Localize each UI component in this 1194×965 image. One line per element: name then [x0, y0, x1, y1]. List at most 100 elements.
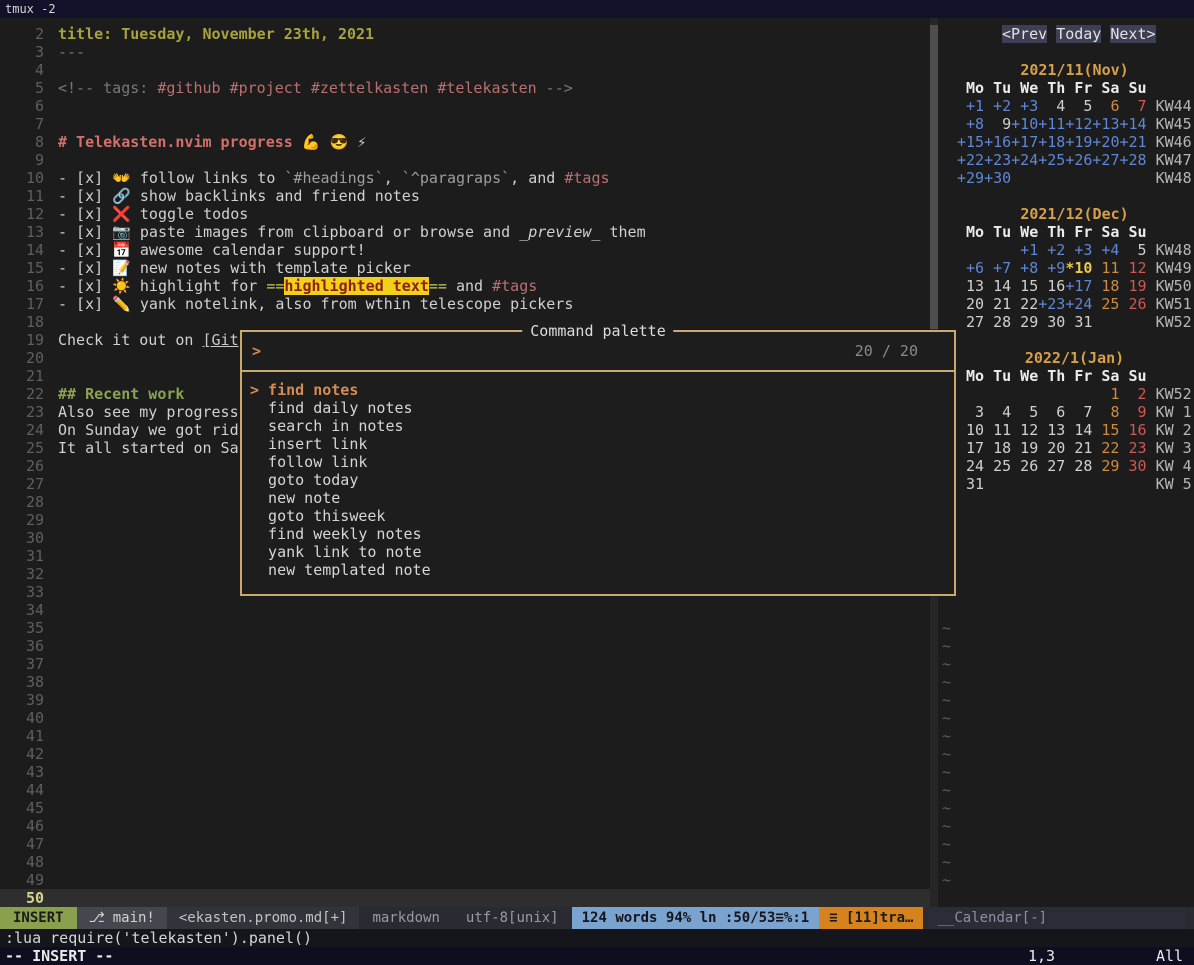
calendar-day[interactable]: +20: [1092, 133, 1119, 151]
editor-line[interactable]: 12- [x] ❌ toggle todos: [0, 205, 930, 223]
calendar-day[interactable]: +14: [1119, 115, 1146, 133]
editor-line[interactable]: 17- [x] ✏️ yank notelink, also from wthi…: [0, 295, 930, 313]
palette-item[interactable]: find weekly notes: [242, 525, 954, 543]
editor-line[interactable]: 34: [0, 601, 930, 619]
calendar-day[interactable]: +24: [1011, 151, 1038, 169]
calendar-day[interactable]: 4: [1038, 97, 1065, 115]
calendar-day[interactable]: 21: [984, 295, 1011, 313]
palette-item[interactable]: follow link: [242, 453, 954, 471]
calendar-day[interactable]: 14: [984, 277, 1011, 295]
editor-line[interactable]: 4: [0, 61, 930, 79]
editor-line[interactable]: 8# Telekasten.nvim progress 💪 😎 ⚡: [0, 133, 930, 151]
calendar-day[interactable]: +6: [957, 259, 984, 277]
calendar-day[interactable]: +27: [1092, 151, 1119, 169]
editor-line[interactable]: 43: [0, 763, 930, 781]
palette-item[interactable]: insert link: [242, 435, 954, 453]
calendar-day[interactable]: 1: [1092, 385, 1119, 403]
calendar-day[interactable]: 25: [1092, 295, 1119, 313]
calendar-day[interactable]: 20: [1038, 439, 1065, 457]
palette-item[interactable]: new note: [242, 489, 954, 507]
calendar-day[interactable]: 27: [957, 313, 984, 331]
calendar-day[interactable]: +22: [957, 151, 984, 169]
calendar-day[interactable]: 28: [1065, 457, 1092, 475]
calendar-day[interactable]: +30: [984, 169, 1011, 187]
palette-item[interactable]: goto thisweek: [242, 507, 954, 525]
editor-line[interactable]: 40: [0, 709, 930, 727]
calendar-day[interactable]: +12: [1065, 115, 1092, 133]
calendar-day[interactable]: 22: [1092, 439, 1119, 457]
command-line[interactable]: :lua require('telekasten').panel(): [0, 929, 1194, 947]
calendar-day[interactable]: +15: [957, 133, 984, 151]
calendar-day[interactable]: 20: [957, 295, 984, 313]
calendar-day[interactable]: 31: [957, 475, 984, 493]
editor-line[interactable]: 39: [0, 691, 930, 709]
calendar-day[interactable]: 5: [1011, 403, 1038, 421]
editor-line[interactable]: 49: [0, 871, 930, 889]
calendar-day[interactable]: 9: [984, 115, 1011, 133]
calendar-day[interactable]: +2: [1038, 241, 1065, 259]
calendar-day[interactable]: +23: [984, 151, 1011, 169]
calendar-day[interactable]: 30: [1119, 457, 1146, 475]
calendar-day[interactable]: 15: [1011, 277, 1038, 295]
calendar-pane[interactable]: <Prev Today Next> 2021/11(Nov)MoTuWeThFr…: [938, 18, 1194, 907]
calendar-day[interactable]: 13: [1038, 421, 1065, 439]
palette-item[interactable]: > find notes: [242, 381, 954, 399]
calendar-day[interactable]: +4: [1092, 241, 1119, 259]
editor-line[interactable]: 13- [x] 📷 paste images from clipboard or…: [0, 223, 930, 241]
editor-line[interactable]: 14- [x] 📅 awesome calendar support!: [0, 241, 930, 259]
calendar-day[interactable]: 3: [957, 403, 984, 421]
calendar-nav-next[interactable]: Next>: [1110, 25, 1155, 43]
calendar-nav-prev[interactable]: <Prev: [1002, 25, 1047, 43]
editor-line[interactable]: 37: [0, 655, 930, 673]
editor-line[interactable]: 45: [0, 799, 930, 817]
calendar-day[interactable]: 29: [1011, 313, 1038, 331]
calendar-day[interactable]: 22: [1011, 295, 1038, 313]
calendar-day[interactable]: 26: [1011, 457, 1038, 475]
calendar-day[interactable]: 23: [1119, 439, 1146, 457]
editor-line[interactable]: 7: [0, 115, 930, 133]
calendar-day[interactable]: 11: [984, 421, 1011, 439]
calendar-day[interactable]: +18: [1038, 133, 1065, 151]
calendar-day[interactable]: +1: [1011, 241, 1038, 259]
calendar-day[interactable]: +24: [1065, 295, 1092, 313]
calendar-day[interactable]: +17: [1065, 277, 1092, 295]
calendar-day[interactable]: +1: [957, 97, 984, 115]
editor-line[interactable]: 10- [x] 👐 follow links to `#headings`, `…: [0, 169, 930, 187]
calendar-day[interactable]: 27: [1038, 457, 1065, 475]
calendar-day[interactable]: 24: [957, 457, 984, 475]
calendar-day[interactable]: 14: [1065, 421, 1092, 439]
editor-line[interactable]: 47: [0, 835, 930, 853]
calendar-day[interactable]: 16: [1119, 421, 1146, 439]
editor-line[interactable]: 41: [0, 727, 930, 745]
calendar-day[interactable]: 8: [1092, 403, 1119, 421]
editor-line[interactable]: 38: [0, 673, 930, 691]
calendar-day[interactable]: 16: [1038, 277, 1065, 295]
calendar-day[interactable]: +2: [984, 97, 1011, 115]
calendar-day[interactable]: 19: [1011, 439, 1038, 457]
calendar-day[interactable]: +28: [1119, 151, 1146, 169]
calendar-day[interactable]: 25: [984, 457, 1011, 475]
palette-item[interactable]: find daily notes: [242, 399, 954, 417]
calendar-day[interactable]: 7: [1065, 403, 1092, 421]
editor-line[interactable]: 44: [0, 781, 930, 799]
calendar-day[interactable]: +16: [984, 133, 1011, 151]
calendar-day[interactable]: +17: [1011, 133, 1038, 151]
calendar-day[interactable]: +23: [1038, 295, 1065, 313]
calendar-day[interactable]: 5: [1119, 241, 1146, 259]
calendar-nav-today[interactable]: Today: [1056, 25, 1101, 43]
calendar-day[interactable]: 12: [1011, 421, 1038, 439]
editor-line[interactable]: 6: [0, 97, 930, 115]
calendar-day[interactable]: +21: [1119, 133, 1146, 151]
calendar-day[interactable]: 18: [1092, 277, 1119, 295]
palette-item[interactable]: goto today: [242, 471, 954, 489]
editor-line[interactable]: 46: [0, 817, 930, 835]
calendar-day[interactable]: +3: [1011, 97, 1038, 115]
calendar-day[interactable]: 19: [1119, 277, 1146, 295]
calendar-day[interactable]: 4: [984, 403, 1011, 421]
calendar-day[interactable]: *10: [1065, 259, 1092, 277]
editor-line[interactable]: 11- [x] 🔗 show backlinks and friend note…: [0, 187, 930, 205]
calendar-day[interactable]: 10: [957, 421, 984, 439]
calendar-day[interactable]: +9: [1038, 259, 1065, 277]
calendar-day[interactable]: 5: [1065, 97, 1092, 115]
calendar-day[interactable]: 28: [984, 313, 1011, 331]
